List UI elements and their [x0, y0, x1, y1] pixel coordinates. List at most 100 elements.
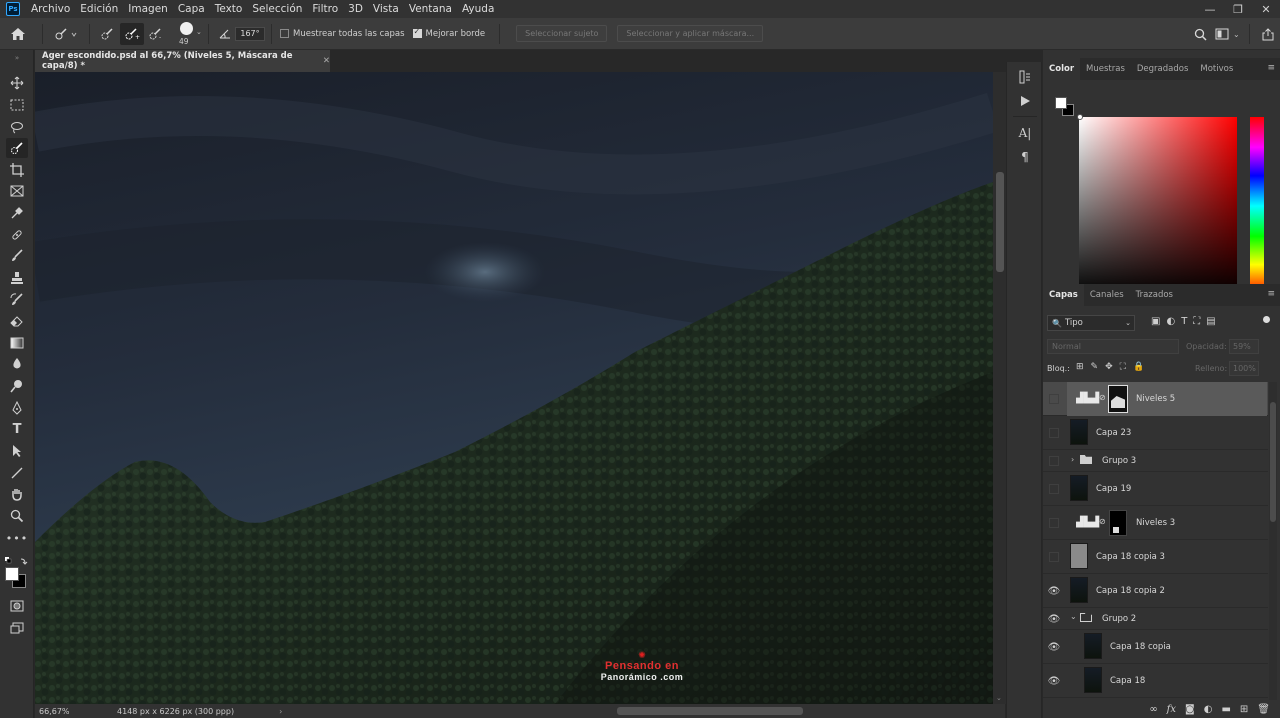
blur-tool[interactable] [6, 354, 28, 374]
folder-icon[interactable]: ▬ [1221, 704, 1230, 715]
layer-row[interactable]: Capa 18 copia 3 [1043, 540, 1268, 574]
layer-row[interactable]: ▟▙▟ ⊘ Niveles 5 [1043, 382, 1268, 416]
eye-icon[interactable]: 👁 [1047, 584, 1061, 598]
angle-input[interactable]: 167° [235, 26, 265, 41]
subtract-from-selection-button[interactable]: - [144, 23, 168, 45]
filter-pixel-icon[interactable]: ▣ [1151, 316, 1160, 327]
quick-mask-button[interactable] [6, 596, 28, 616]
lock-pixels-icon[interactable]: ✎ [1091, 362, 1099, 372]
menu-filtro[interactable]: Filtro [307, 3, 343, 15]
actions-panel-button[interactable] [1015, 92, 1035, 110]
marquee-tool[interactable] [6, 95, 28, 115]
vertical-scroll-thumb[interactable] [996, 172, 1004, 272]
foreground-background-colors[interactable] [4, 566, 30, 590]
panel-menu-icon[interactable]: ≡ [1267, 63, 1275, 73]
character-panel-button[interactable]: A| [1015, 124, 1035, 142]
tab-color[interactable]: Color [1043, 58, 1081, 80]
chevron-down-icon[interactable]: ⌄ [1070, 612, 1077, 621]
fill-input[interactable]: 100% [1229, 361, 1259, 376]
menu-ventana[interactable]: Ventana [404, 3, 457, 15]
opacity-input[interactable]: 59% [1229, 339, 1259, 354]
layer-row[interactable]: ▟▙▟ ⊘ Niveles 3 [1043, 506, 1268, 540]
foreground-color-swatch[interactable] [5, 567, 19, 581]
visibility-toggle[interactable] [1049, 484, 1059, 494]
toolbar-grip[interactable]: » [6, 54, 28, 62]
screen-mode-button[interactable] [6, 618, 28, 638]
layer-row[interactable]: 👁 Capa 18 [1043, 664, 1268, 698]
menu-seleccion[interactable]: Selección [247, 3, 307, 15]
quick-selection-tool[interactable] [6, 138, 28, 158]
history-panel-button[interactable] [1015, 68, 1035, 86]
eye-icon[interactable]: 👁 [1047, 640, 1061, 654]
trash-icon[interactable]: 🗑 [1257, 704, 1270, 715]
zoom-level[interactable]: 66,67% [39, 707, 79, 716]
paragraph-panel-button[interactable]: ¶ [1015, 148, 1035, 166]
visibility-toggle[interactable] [1049, 456, 1059, 466]
filter-shape-icon[interactable]: ⛶ [1193, 316, 1200, 327]
pen-tool[interactable] [6, 398, 28, 418]
filter-type-icon[interactable]: T [1181, 316, 1187, 327]
scroll-down-icon[interactable]: ⌄ [996, 694, 1002, 702]
menu-capa[interactable]: Capa [173, 3, 210, 15]
layer-row[interactable]: 👁 ⌄ Grupo 2 [1043, 608, 1268, 630]
menu-3d[interactable]: 3D [343, 3, 368, 15]
color-saturation-field[interactable] [1079, 117, 1237, 295]
improve-edge-checkbox[interactable]: Mejorar borde [412, 27, 485, 39]
menu-vista[interactable]: Vista [368, 3, 404, 15]
search-button[interactable] [1189, 23, 1211, 45]
home-button[interactable] [0, 23, 36, 45]
layer-mask-thumbnail[interactable] [1109, 510, 1127, 536]
visibility-toggle[interactable] [1049, 394, 1059, 404]
eyedropper-tool[interactable] [6, 203, 28, 223]
vertical-scrollbar[interactable]: ⌄ [993, 72, 1006, 704]
select-subject-button[interactable]: Seleccionar sujeto [516, 25, 608, 42]
layer-row[interactable]: › Grupo 3 [1043, 450, 1268, 472]
mask-icon[interactable]: ◙ [1185, 704, 1195, 715]
healing-brush-tool[interactable] [6, 225, 28, 245]
hue-slider[interactable] [1250, 117, 1264, 295]
filter-smart-object-icon[interactable]: ▤ [1206, 316, 1215, 327]
tab-canales[interactable]: Canales [1084, 284, 1130, 306]
zoom-tool[interactable] [6, 506, 28, 526]
layer-row[interactable]: 👁 Capa 18 copia 2 [1043, 574, 1268, 608]
close-window-button[interactable]: ✕ [1252, 0, 1280, 18]
gradient-tool[interactable] [6, 333, 28, 353]
menu-ayuda[interactable]: Ayuda [457, 3, 499, 15]
chevron-right-icon[interactable]: › [1071, 455, 1074, 464]
tool-preset-picker[interactable] [49, 23, 83, 45]
add-to-selection-button[interactable]: + [120, 22, 144, 45]
link-icon[interactable]: ∞ [1149, 704, 1157, 715]
filter-adjustment-icon[interactable]: ◐ [1166, 316, 1175, 327]
frame-tool[interactable] [6, 181, 28, 201]
hand-tool[interactable] [6, 484, 28, 504]
document-tab[interactable]: Ager escondido.psd al 66,7% (Niveles 5, … [35, 50, 330, 72]
blend-mode-select[interactable]: Normal [1047, 339, 1179, 354]
color-picker-cursor[interactable] [1077, 114, 1083, 120]
close-tab-icon[interactable]: ✕ [323, 56, 330, 66]
adjustment-icon[interactable]: ◐ [1204, 704, 1213, 715]
visibility-toggle[interactable] [1049, 552, 1059, 562]
lock-transparency-icon[interactable]: ⊞ [1076, 362, 1084, 372]
tab-motivos[interactable]: Motivos [1194, 58, 1239, 80]
menu-texto[interactable]: Texto [210, 3, 248, 15]
panel-menu-icon[interactable]: ≡ [1267, 289, 1275, 299]
layer-mask-thumbnail[interactable] [1108, 385, 1128, 413]
horizontal-scroll-thumb[interactable] [617, 707, 803, 715]
more-tools-button[interactable]: ••• [6, 528, 28, 548]
line-tool[interactable] [6, 463, 28, 483]
foreground-color-swatch[interactable] [1055, 97, 1067, 109]
eye-icon[interactable]: 👁 [1047, 674, 1061, 688]
restore-button[interactable]: ❐ [1224, 0, 1252, 18]
filter-toggle-icon[interactable] [1263, 316, 1270, 323]
eye-icon[interactable]: 👁 [1047, 612, 1061, 626]
lock-artboard-icon[interactable]: ⛶ [1120, 362, 1126, 372]
lock-position-icon[interactable]: ✥ [1105, 362, 1113, 372]
path-selection-tool[interactable] [6, 441, 28, 461]
document-canvas[interactable]: ✺ Pensando en Panorámico .com [35, 72, 993, 704]
sample-all-layers-checkbox[interactable]: Muestrear todas las capas [280, 29, 405, 39]
lock-all-icon[interactable]: 🔒 [1133, 362, 1144, 372]
fx-icon[interactable]: fx [1167, 704, 1176, 715]
new-layer-icon[interactable]: ⊞ [1240, 704, 1248, 715]
layer-row[interactable]: Capa 23 [1043, 416, 1268, 450]
layer-row[interactable]: Capa 19 [1043, 472, 1268, 506]
